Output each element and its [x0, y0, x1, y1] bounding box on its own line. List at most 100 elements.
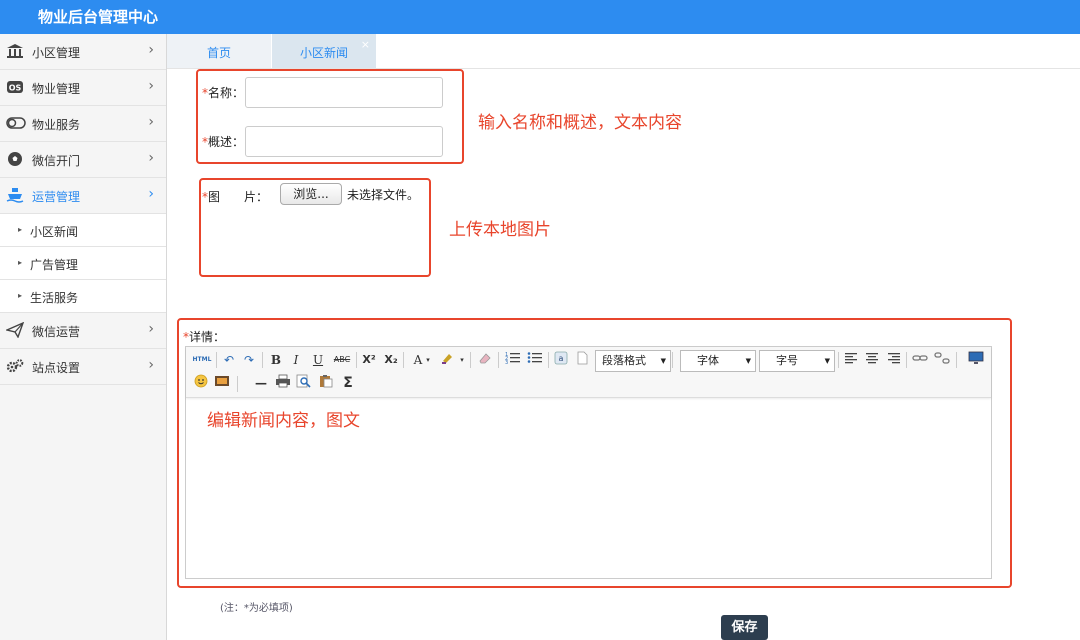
ordered-list-icon[interactable]: 123	[504, 351, 522, 369]
ship-icon	[6, 187, 24, 203]
os-icon: OS	[6, 79, 24, 95]
name-input[interactable]	[245, 77, 443, 108]
save-button[interactable]: 保存	[721, 615, 768, 640]
sidebar-item-site-settings[interactable]: 站点设置 ›	[0, 349, 166, 385]
caret-down-icon: ▼	[824, 357, 830, 365]
chevron-right-icon: ›	[148, 186, 154, 202]
toolbar-separator	[498, 352, 499, 368]
sidebar-item-wechat-ops[interactable]: 微信运营 ›	[0, 313, 166, 349]
bank-icon	[6, 43, 24, 59]
subscript-icon[interactable]: X₂	[381, 351, 401, 369]
chevron-right-icon: ›	[148, 114, 154, 130]
tab-label: 首页	[206, 46, 231, 60]
sidebar-item-label: 微信运营	[32, 325, 81, 339]
file-status: 未选择文件。	[347, 188, 420, 202]
caret-right-icon: ▸	[18, 225, 23, 234]
toolbar-separator	[262, 352, 263, 368]
search-replace-icon[interactable]	[295, 374, 313, 392]
caret-right-icon: ▸	[18, 258, 23, 267]
sidebar-subitem-community-news[interactable]: ▸ 小区新闻	[0, 214, 166, 247]
font-family-dropdown[interactable]: 字体 ▼	[680, 350, 756, 372]
toolbar-separator	[548, 352, 549, 368]
caret-down-icon[interactable]: ▾	[424, 351, 432, 369]
tab-label: 小区新闻	[299, 46, 348, 60]
sidebar-subitem-label: 广告管理	[30, 258, 79, 272]
sidebar-item-label: 微信开门	[32, 154, 81, 168]
sidebar-item-label: 物业管理	[32, 82, 81, 96]
sidebar-subitem-life-service[interactable]: ▸ 生活服务	[0, 280, 166, 313]
link-icon[interactable]	[911, 351, 929, 369]
highlight-icon[interactable]	[439, 351, 457, 369]
sidebar-item-wechat-door[interactable]: 微信开门 ›	[0, 142, 166, 178]
annotation-edit: 编辑新闻内容，图文	[207, 411, 360, 431]
image-insert-icon[interactable]	[213, 374, 231, 392]
browse-button[interactable]: 浏览...	[280, 183, 342, 205]
anchor-icon[interactable]: a	[552, 351, 570, 369]
italic-icon[interactable]: I	[287, 351, 305, 369]
toolbar-separator	[356, 352, 357, 368]
sidebar-subitem-ads[interactable]: ▸ 广告管理	[0, 247, 166, 280]
svg-text:3: 3	[505, 360, 508, 365]
bold-icon[interactable]: B	[267, 351, 285, 369]
unordered-list-icon[interactable]	[526, 351, 544, 369]
undo-icon[interactable]: ↶	[220, 351, 238, 369]
toolbar-separator	[672, 352, 673, 368]
caret-down-icon: ▼	[745, 357, 751, 365]
chevron-right-icon: ›	[148, 42, 154, 58]
strikethrough-icon[interactable]: ABC	[330, 351, 354, 369]
align-left-icon[interactable]	[842, 351, 860, 369]
sidebar-item-community[interactable]: 小区管理 ›	[0, 34, 166, 70]
summary-input[interactable]	[245, 126, 443, 157]
formula-sigma-icon[interactable]: Σ	[339, 374, 357, 392]
sidebar-item-property[interactable]: OS 物业管理 ›	[0, 70, 166, 106]
redo-icon[interactable]: ↷	[240, 351, 258, 369]
unlink-icon[interactable]	[933, 351, 951, 369]
image-label: *图 片：	[202, 190, 269, 204]
sidebar-item-operations[interactable]: 运营管理 ›	[0, 178, 166, 214]
sidebar-item-property-service[interactable]: 物业服务 ›	[0, 106, 166, 142]
toolbar-separator	[906, 352, 907, 368]
send-icon	[4, 321, 25, 339]
tab-community-news[interactable]: 小区新闻 ×	[272, 34, 376, 68]
toolbar-separator	[838, 352, 839, 368]
dropdown-label: 字号	[776, 354, 798, 367]
tab-home[interactable]: 首页	[167, 34, 271, 68]
summary-label: *概述：	[202, 135, 245, 149]
close-icon[interactable]: ×	[361, 26, 370, 64]
paste-icon[interactable]	[317, 374, 335, 392]
top-bar: 物业后台管理中心	[0, 0, 1080, 34]
chevron-right-icon: ›	[148, 357, 154, 373]
sidebar-subitem-label: 生活服务	[30, 291, 79, 305]
blank-page-icon[interactable]	[573, 351, 591, 369]
caret-down-icon[interactable]: ▾	[458, 351, 466, 369]
annotation-text: 输入名称和概述，文本内容	[478, 113, 682, 133]
emoji-icon[interactable]	[192, 374, 210, 392]
dropdown-label: 字体	[697, 354, 719, 367]
name-label: *名称：	[202, 86, 245, 100]
soccer-ball-icon	[6, 151, 24, 167]
align-center-icon[interactable]	[863, 351, 881, 369]
annotation-upload: 上传本地图片	[449, 220, 551, 240]
superscript-icon[interactable]: X²	[359, 351, 379, 369]
print-icon[interactable]	[274, 374, 292, 392]
horizontal-rule-icon[interactable]: —	[252, 374, 270, 392]
align-right-icon[interactable]	[885, 351, 903, 369]
underline-icon[interactable]: U	[309, 351, 327, 369]
preview-monitor-icon[interactable]	[967, 351, 985, 369]
paragraph-format-dropdown[interactable]: 段落格式 ▼	[595, 350, 671, 372]
eraser-icon[interactable]	[476, 351, 494, 369]
required-note: (注：*为必填项)	[220, 603, 293, 614]
svg-text:a: a	[559, 354, 564, 363]
font-size-dropdown[interactable]: 字号 ▼	[759, 350, 835, 372]
dropdown-label: 段落格式	[602, 354, 646, 367]
html-source-icon[interactable]: HTML	[192, 351, 212, 369]
caret-down-icon: ▼	[660, 357, 666, 365]
editor-toolbar: HTML ↶ ↷ B I U ABC X² X₂ A ▾ ▾ 123 a 段落格…	[186, 347, 991, 398]
toggle-icon	[6, 115, 26, 131]
rich-text-editor[interactable]: HTML ↶ ↷ B I U ABC X² X₂ A ▾ ▾ 123 a 段落格…	[185, 346, 992, 579]
toolbar-separator	[216, 352, 217, 368]
app-title: 物业后台管理中心	[38, 8, 159, 26]
toolbar-separator	[956, 352, 957, 368]
sidebar-subitem-label: 小区新闻	[30, 225, 79, 239]
chevron-right-icon: ›	[148, 150, 154, 166]
